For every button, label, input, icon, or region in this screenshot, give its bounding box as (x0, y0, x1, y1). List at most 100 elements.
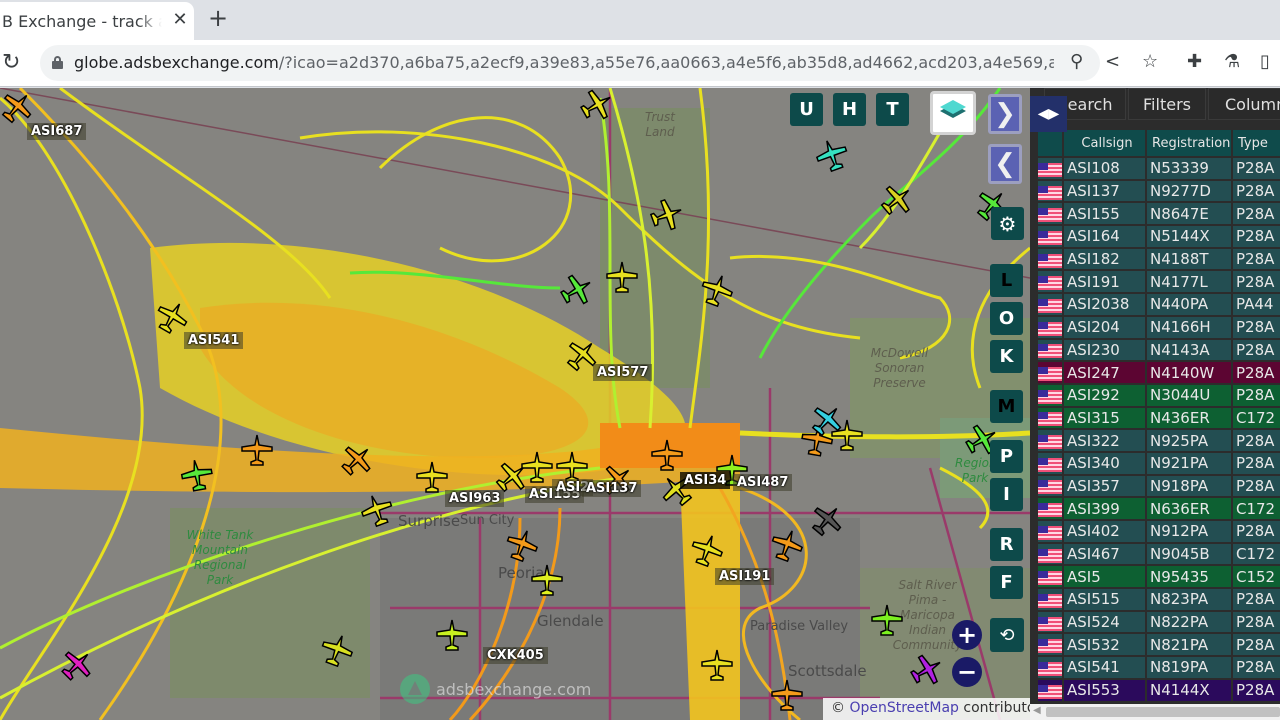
panel-width-toggle[interactable]: ◀▶ (1030, 96, 1067, 132)
callsign-cell[interactable]: ASI399 (1064, 498, 1145, 519)
callsign-cell[interactable]: ASI191 (1064, 271, 1145, 293)
registration-cell[interactable]: N9045B (1147, 543, 1231, 565)
aircraft-icon[interactable] (415, 460, 449, 494)
aircraft-icon[interactable] (435, 618, 469, 652)
scroll-left-icon[interactable]: ◀ (1033, 705, 1041, 716)
registration-cell[interactable]: N4188T (1147, 248, 1231, 270)
star-icon[interactable]: ☆ (1142, 51, 1158, 72)
type-cell[interactable]: C172 (1233, 498, 1280, 519)
type-cell[interactable]: P28A (1233, 634, 1280, 656)
callsign-cell[interactable]: ASI164 (1064, 226, 1145, 247)
table-row[interactable]: ASI524 N822PA P28A (1038, 611, 1280, 633)
table-row[interactable]: ASI467 N9045B C172 (1038, 543, 1280, 565)
zoom-out-button[interactable]: − (952, 657, 982, 687)
table-row[interactable]: ASI399 N636ER C172 (1038, 498, 1280, 519)
callsign-cell[interactable]: ASI315 (1064, 407, 1145, 429)
aircraft-icon[interactable] (605, 260, 639, 294)
registration-cell[interactable]: N53339 (1147, 158, 1231, 179)
aircraft-label[interactable]: ASI963 (445, 490, 505, 507)
registration-cell[interactable]: N4177L (1147, 271, 1231, 293)
registration-cell[interactable]: N819PA (1147, 657, 1231, 678)
aircraft-icon[interactable] (770, 678, 804, 712)
callsign-cell[interactable]: ASI155 (1064, 203, 1145, 225)
aircraft-label[interactable]: ASI191 (715, 568, 775, 585)
table-row[interactable]: ASI2038 N440PA PA44 (1038, 294, 1280, 315)
table-row[interactable]: ASI532 N821PA P28A (1038, 634, 1280, 656)
extensions-icon[interactable]: ✚ (1187, 51, 1202, 72)
aircraft-icon[interactable] (870, 603, 904, 637)
tab-filters[interactable]: Filters (1128, 88, 1206, 120)
aircraft-label[interactable]: ASI541 (184, 332, 244, 349)
map-view[interactable]: Surprise Sun City Peoria Glendale Paradi… (0, 88, 1030, 720)
callsign-cell[interactable]: ASI553 (1064, 679, 1145, 701)
button-k[interactable]: K (990, 340, 1023, 373)
type-cell[interactable]: P28A (1233, 362, 1280, 383)
share-icon[interactable]: < (1105, 51, 1120, 72)
labs-flask-icon[interactable]: ⚗ (1224, 51, 1240, 72)
table-row[interactable]: ASI340 N921PA P28A (1038, 452, 1280, 474)
registration-cell[interactable]: N5144X (1147, 226, 1231, 247)
table-row[interactable]: ASI553 N4144X P28A (1038, 679, 1280, 701)
callsign-cell[interactable]: ASI532 (1064, 634, 1145, 656)
aircraft-label[interactable]: ASI687 (27, 123, 87, 140)
type-cell[interactable]: P28A (1233, 452, 1280, 474)
callsign-cell[interactable]: ASI137 (1064, 180, 1145, 202)
type-cell[interactable]: P28A (1233, 271, 1280, 293)
registration-cell[interactable]: N925PA (1147, 430, 1231, 451)
callsign-cell[interactable]: ASI322 (1064, 430, 1145, 451)
table-row[interactable]: ASI108 N53339 P28A (1038, 158, 1280, 179)
button-h[interactable]: H (833, 93, 866, 126)
type-cell[interactable]: P28A (1233, 384, 1280, 406)
aircraft-icon[interactable] (700, 648, 734, 682)
side-panel-icon[interactable]: ▯ (1260, 51, 1270, 72)
callsign-cell[interactable]: ASI182 (1064, 248, 1145, 270)
callsign-cell[interactable]: ASI467 (1064, 543, 1145, 565)
registration-cell[interactable]: N822PA (1147, 611, 1231, 633)
button-f[interactable]: F (990, 566, 1023, 599)
collapse-panel-button[interactable]: ❮ (988, 144, 1022, 184)
horizontal-scrollbar[interactable]: ◀ (1030, 704, 1280, 720)
aircraft-label[interactable]: ASI487 (733, 474, 793, 491)
aircraft-icon[interactable] (240, 433, 274, 467)
table-row[interactable]: ASI315 N436ER C172 (1038, 407, 1280, 429)
lock-icon[interactable] (52, 56, 63, 69)
registration-cell[interactable]: N912PA (1147, 521, 1231, 542)
table-row[interactable]: ASI515 N823PA P28A (1038, 589, 1280, 610)
type-cell[interactable]: P28A (1233, 248, 1280, 270)
aircraft-label[interactable]: CXK405 (483, 647, 548, 664)
registration-cell[interactable]: N918PA (1147, 475, 1231, 497)
aircraft-label[interactable]: ASI577 (593, 364, 653, 381)
table-row[interactable]: ASI247 N4140W P28A (1038, 362, 1280, 383)
callsign-cell[interactable]: ASI340 (1064, 452, 1145, 474)
table-row[interactable]: ASI292 N3044U P28A (1038, 384, 1280, 406)
layers-button[interactable] (930, 91, 976, 135)
callsign-cell[interactable]: ASI402 (1064, 521, 1145, 542)
callsign-cell[interactable]: ASI524 (1064, 611, 1145, 633)
callsign-cell[interactable]: ASI292 (1064, 384, 1145, 406)
replay-button[interactable]: ⟲ (990, 618, 1024, 652)
callsign-cell[interactable]: ASI515 (1064, 589, 1145, 610)
column-header-callsign[interactable]: Callsign (1064, 130, 1145, 156)
type-cell[interactable]: PA44 (1233, 294, 1280, 315)
settings-button[interactable]: ⚙ (991, 207, 1024, 240)
table-row[interactable]: ASI322 N925PA P28A (1038, 430, 1280, 451)
registration-cell[interactable]: N4144X (1147, 679, 1231, 701)
table-row[interactable]: ASI204 N4166H P28A (1038, 316, 1280, 338)
type-cell[interactable]: P28A (1233, 226, 1280, 247)
registration-cell[interactable]: N821PA (1147, 634, 1231, 656)
address-bar[interactable]: globe.adsbexchange.com/?icao=a2d370,a6ba… (40, 45, 1100, 81)
type-cell[interactable]: P28A (1233, 430, 1280, 451)
type-cell[interactable]: P28A (1233, 521, 1280, 542)
type-cell[interactable]: P28A (1233, 679, 1280, 701)
aircraft-icon[interactable] (520, 450, 554, 484)
zoom-in-button[interactable]: + (952, 620, 982, 650)
type-cell[interactable]: P28A (1233, 657, 1280, 678)
expand-panel-button[interactable]: ❯ (988, 94, 1022, 134)
column-header-flag[interactable] (1038, 130, 1062, 156)
callsign-cell[interactable]: ASI5 (1064, 566, 1145, 588)
type-cell[interactable]: P28A (1233, 158, 1280, 179)
type-cell[interactable]: P28A (1233, 475, 1280, 497)
aircraft-label-selected[interactable]: ASI34 (680, 472, 731, 489)
url-text[interactable]: globe.adsbexchange.com/?icao=a2d370,a6ba… (74, 53, 1054, 72)
table-row[interactable]: ASI182 N4188T P28A (1038, 248, 1280, 270)
